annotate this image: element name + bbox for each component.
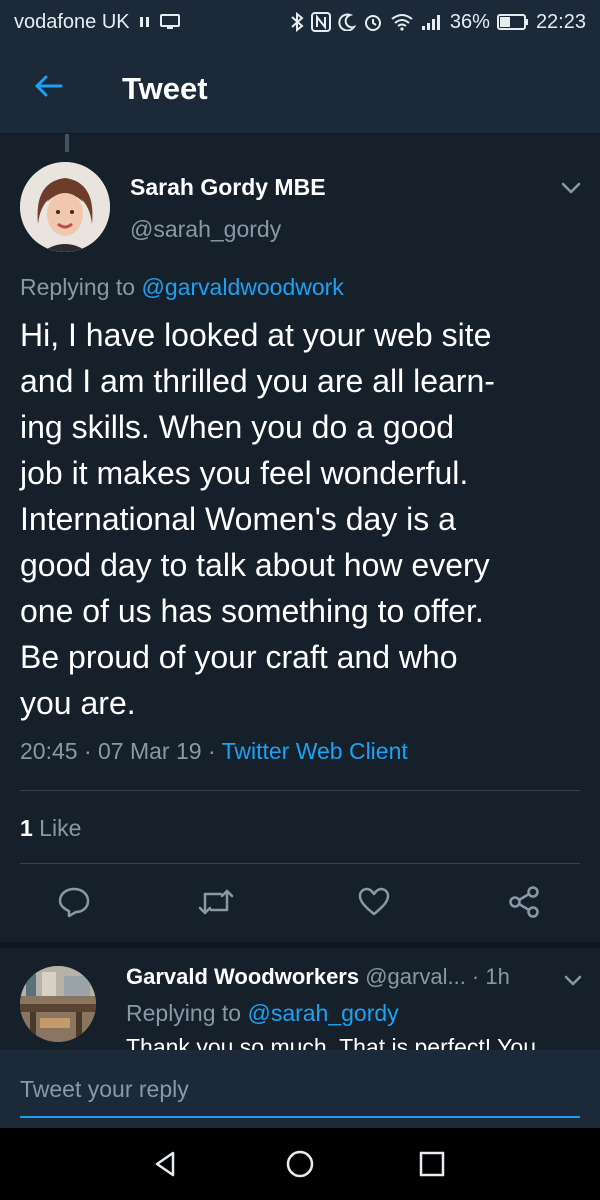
- reply-replying-prefix: Replying to: [126, 1000, 242, 1026]
- heart-icon: [357, 886, 391, 923]
- tweet-body-line: Be proud of your craft and who: [20, 639, 458, 675]
- battery-icon: [496, 13, 529, 31]
- retweet-button[interactable]: [196, 884, 236, 924]
- thread-connector-line: [65, 134, 69, 152]
- tweet-body-line: job it makes you feel wonderful.: [20, 455, 469, 491]
- reply-button[interactable]: [54, 884, 94, 924]
- status-bar: vodafone UK 36% 22:23: [0, 0, 600, 44]
- reply-bubble-icon: [57, 885, 91, 924]
- system-nav-bar: [0, 1128, 600, 1200]
- tweet-body: Hi, I have looked at your web site and I…: [20, 312, 580, 726]
- tweet-body-line: good day to talk about how every: [20, 547, 490, 583]
- carrier-label: vodafone UK: [14, 10, 130, 33]
- nav-recents-button[interactable]: [412, 1146, 452, 1186]
- nav-back-button[interactable]: [146, 1146, 186, 1186]
- tweet-body-line: International Women's day is a: [20, 501, 456, 537]
- like-count-number: 1: [20, 815, 33, 841]
- tweet-meta: 20:45 · 07 Mar 19 · Twitter Web Client: [20, 738, 408, 765]
- signal-pause-icon: [138, 15, 152, 29]
- cell-signal-icon: [421, 13, 443, 31]
- replying-to: Replying to @garvaldwoodwork: [20, 274, 344, 301]
- reply-author-avatar[interactable]: [20, 966, 96, 1042]
- chevron-down-icon: [556, 182, 586, 204]
- clock: 22:23: [535, 10, 586, 33]
- like-count[interactable]: 1 Like: [20, 815, 81, 842]
- app-header: Tweet: [0, 44, 600, 134]
- share-button[interactable]: [504, 884, 544, 924]
- tweet-body-line: one of us has something to offer.: [20, 593, 484, 629]
- circle-home-icon: [285, 1149, 315, 1184]
- wifi-icon: [390, 13, 414, 31]
- reply-options-button[interactable]: [560, 970, 586, 992]
- nav-home-button[interactable]: [280, 1146, 320, 1186]
- reply-author-name[interactable]: Garvald Woodworkers: [126, 964, 359, 989]
- reply-input[interactable]: Tweet your reply: [20, 1072, 580, 1118]
- tweet-timestamp: 20:45 · 07 Mar 19 ·: [20, 738, 222, 764]
- tweet-source-link[interactable]: Twitter Web Client: [222, 738, 408, 764]
- tweet-body-line: and I am thrilled you are all learn-: [20, 363, 495, 399]
- reply-time: · 1h: [465, 964, 510, 989]
- like-count-label: Like: [32, 815, 82, 841]
- compose-bar: Tweet your reply: [0, 1050, 600, 1128]
- page-title: Tweet: [122, 70, 208, 106]
- reply-body: Thank you so much. That is perfect! You: [126, 1034, 536, 1050]
- share-icon: [507, 885, 541, 924]
- tweet-options-button[interactable]: [556, 176, 586, 200]
- back-button[interactable]: [18, 59, 78, 119]
- battery-percent: 36%: [449, 10, 490, 33]
- divider: [20, 790, 580, 791]
- author-avatar[interactable]: [20, 162, 110, 252]
- arrow-left-icon: [33, 74, 63, 103]
- screen-cast-icon: [159, 14, 180, 30]
- reply-tweet[interactable]: Garvald Woodworkers @garval... · 1h Repl…: [0, 950, 600, 1050]
- retweet-icon: [197, 885, 235, 924]
- reply-replying-to: Replying to @sarah_gordy: [126, 1000, 399, 1027]
- tweet-body-line: you are.: [20, 685, 136, 721]
- reply-mention-link[interactable]: @sarah_gordy: [247, 1000, 398, 1026]
- tweet-actions: [0, 884, 600, 928]
- moon-icon: [338, 13, 356, 31]
- divider: [20, 863, 580, 864]
- author-handle[interactable]: @sarah_gordy: [130, 216, 281, 243]
- reply-author-handle[interactable]: @garval...: [359, 964, 466, 989]
- replying-prefix: Replying to: [20, 274, 136, 300]
- triangle-back-icon: [151, 1149, 181, 1184]
- like-button[interactable]: [354, 884, 394, 924]
- alarm-icon: [363, 12, 383, 32]
- reply-author-line: Garvald Woodworkers @garval... · 1h: [126, 964, 510, 990]
- bluetooth-icon: [290, 12, 304, 32]
- square-recents-icon: [417, 1149, 447, 1184]
- chevron-down-icon: [560, 975, 586, 996]
- replying-mention-link[interactable]: @garvaldwoodwork: [141, 274, 343, 300]
- section-separator: [0, 942, 600, 948]
- tweet-body-line: ing skills. When you do a good: [20, 409, 455, 445]
- nfc-icon: [310, 12, 331, 32]
- tweet-body-line: Hi, I have looked at your web site: [20, 317, 492, 353]
- author-name[interactable]: Sarah Gordy MBE: [130, 174, 326, 201]
